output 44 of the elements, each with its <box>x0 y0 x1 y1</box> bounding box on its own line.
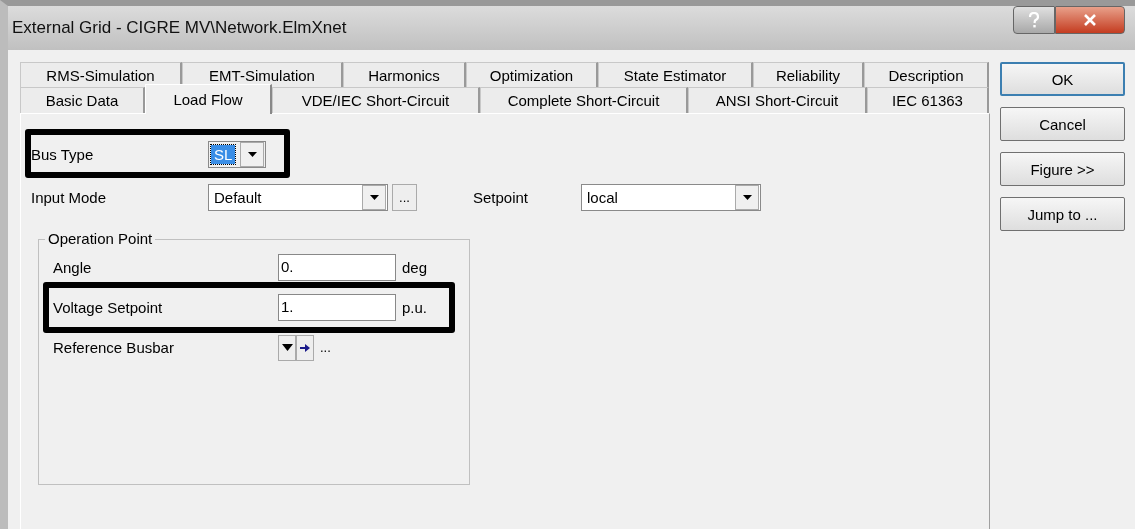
tab[interactable]: VDE/IEC Short-Circuit <box>272 87 480 113</box>
more-button[interactable]: ... <box>392 184 417 211</box>
dropdown-arrow-icon <box>281 344 293 351</box>
dropdown-arrow-icon <box>742 195 752 200</box>
field-label: Reference Busbar <box>53 339 175 356</box>
dropdown-arrow-icon <box>247 152 257 157</box>
right-arrow-icon <box>300 343 310 352</box>
input-mode-dropdown[interactable]: Default <box>208 184 388 211</box>
tab[interactable]: Basic Data <box>20 87 145 113</box>
window-title: External Grid - CIGRE MV\Network.ElmXnet <box>12 18 347 38</box>
tab[interactable]: Reliability <box>753 62 864 87</box>
input-field[interactable]: 0. <box>278 254 396 281</box>
jump-button[interactable] <box>296 334 314 361</box>
more-link[interactable]: ... <box>320 340 331 355</box>
tab[interactable]: IEC 61363 <box>867 87 989 113</box>
tab[interactable]: Complete Short-Circuit <box>480 87 688 113</box>
tab[interactable]: Optimization <box>466 62 598 87</box>
tab[interactable]: State Estimator <box>598 62 753 87</box>
unit-label: p.u. <box>402 299 428 316</box>
tab[interactable]: RMS-Simulation <box>20 62 182 87</box>
input-field[interactable]: 1. <box>278 294 396 321</box>
dialog-button[interactable]: Jump to ... <box>1000 197 1125 231</box>
field-label: Angle <box>53 259 93 276</box>
field-label: Voltage Setpoint <box>53 299 164 316</box>
dialog-button[interactable]: Cancel <box>1000 107 1125 141</box>
unit-label: deg <box>402 259 428 276</box>
close-button[interactable] <box>1055 6 1125 34</box>
field-label: Setpoint <box>473 189 530 206</box>
dialog-button[interactable]: OK <box>1000 62 1125 96</box>
tab[interactable]: Description <box>864 62 989 87</box>
dropdown-button[interactable] <box>278 334 296 361</box>
tab[interactable]: ANSI Short-Circuit <box>688 87 867 113</box>
setpoint-dropdown[interactable]: local <box>581 184 761 211</box>
close-icon <box>1083 14 1097 26</box>
help-button[interactable] <box>1013 6 1055 34</box>
field-label: Input Mode <box>31 189 108 206</box>
group-title: Operation Point <box>45 230 156 247</box>
dialog-button[interactable]: Figure >> <box>1000 152 1125 186</box>
dropdown-arrow-icon <box>369 195 379 200</box>
field-label: Bus Type <box>31 146 95 163</box>
help-icon <box>1028 12 1040 28</box>
tab[interactable]: Load Flow <box>145 84 272 114</box>
tab[interactable]: EMT-Simulation <box>182 62 343 87</box>
tab[interactable]: Harmonics <box>343 62 466 87</box>
